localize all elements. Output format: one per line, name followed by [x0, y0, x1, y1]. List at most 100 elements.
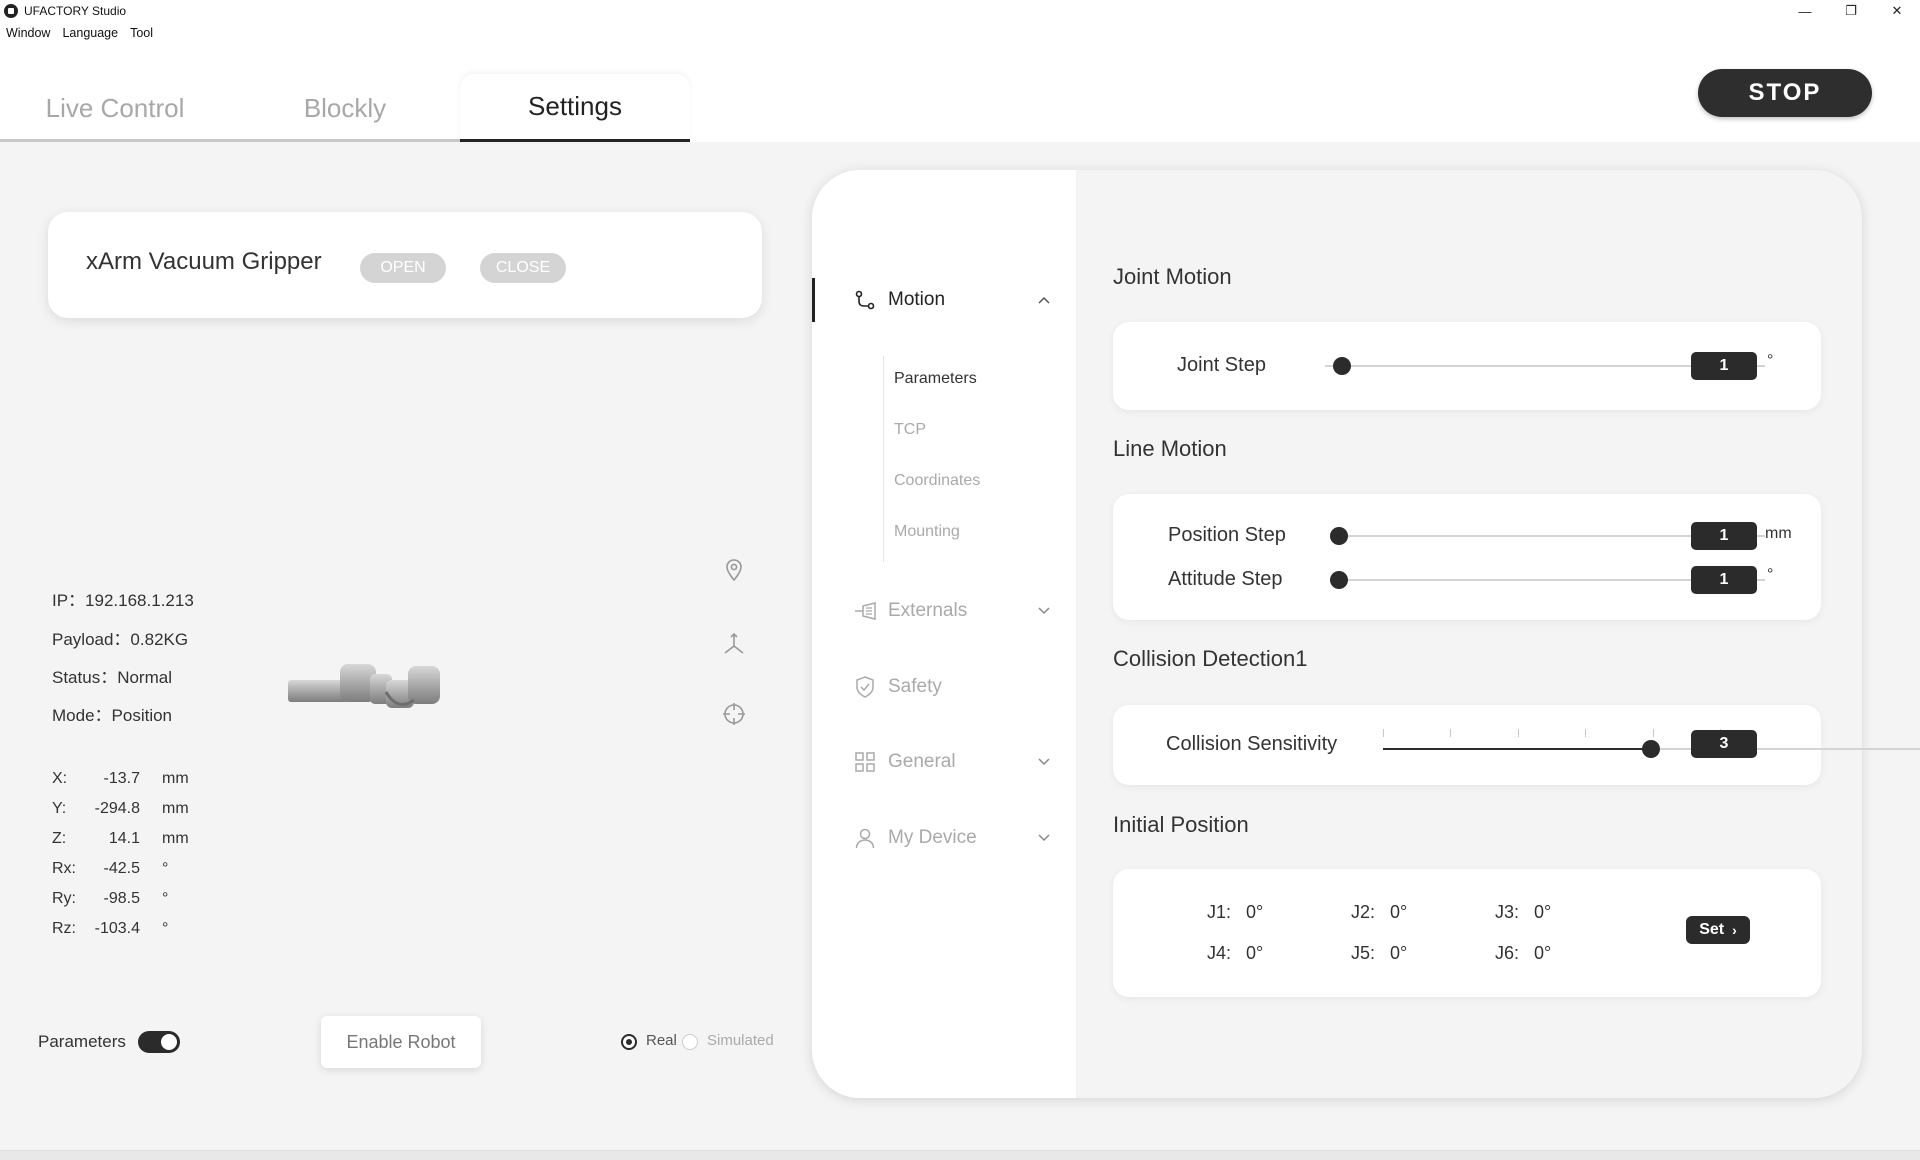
mode-real-radio[interactable] — [621, 1034, 637, 1050]
menu-language[interactable]: Language — [62, 26, 118, 40]
set-initial-position-button[interactable]: Set › — [1686, 916, 1750, 944]
joint-j3-label: J3: — [1495, 902, 1520, 922]
tab-settings[interactable]: Settings — [460, 74, 690, 142]
coord-z: Z: 14.1 mm — [52, 830, 189, 847]
coord-rx: Rx: -42.5 ° — [52, 860, 169, 877]
line-motion-title: Line Motion — [1113, 436, 1227, 461]
gripper-card: xArm Vacuum Gripper OPEN CLOSE — [48, 212, 762, 318]
grid-icon — [852, 749, 878, 775]
submenu-guide-line — [883, 356, 884, 562]
tab-live-control[interactable]: Live Control — [0, 74, 230, 142]
slider-tick — [1450, 729, 1451, 737]
sub-item-mounting[interactable]: Mounting — [894, 523, 960, 541]
menu-window[interactable]: Window — [6, 26, 50, 40]
line-motion-card: Position Step 1 mm Attitude Step 1 ° — [1113, 494, 1821, 620]
crosshair-icon[interactable] — [718, 698, 750, 730]
position-step-value[interactable]: 1 — [1691, 522, 1757, 550]
attitude-step-label: Attitude Step — [1168, 568, 1283, 590]
mode-simulated-radio[interactable] — [682, 1034, 698, 1050]
nav-motion[interactable]: Motion — [852, 285, 945, 315]
joint-j1-value: 0° — [1246, 902, 1264, 922]
chevron-down-icon[interactable] — [1034, 752, 1054, 772]
maximize-button[interactable]: ❐ — [1828, 0, 1874, 22]
status-bar — [0, 1150, 1920, 1160]
joint-j6-value: 0° — [1534, 943, 1552, 963]
minimize-button[interactable]: — — [1782, 0, 1828, 22]
collision-title: Collision Detection1 — [1113, 646, 1308, 671]
gripper-close-button[interactable]: CLOSE — [480, 253, 566, 283]
slider-tick — [1383, 729, 1384, 737]
joint-j3-value: 0° — [1534, 902, 1552, 922]
nav-my-device-label: My Device — [888, 827, 977, 848]
parameters-toggle[interactable] — [138, 1031, 180, 1053]
joint-j2-label: J2: — [1351, 902, 1376, 922]
chevron-down-icon[interactable] — [1034, 828, 1054, 848]
user-icon — [852, 825, 878, 851]
enable-robot-button[interactable]: Enable Robot — [321, 1016, 481, 1068]
joint-j2-value: 0° — [1390, 902, 1408, 922]
app-logo-icon — [4, 4, 18, 18]
location-pin-icon[interactable] — [718, 554, 750, 586]
joint-j5-label: J5: — [1351, 943, 1376, 963]
gripper-open-button[interactable]: OPEN — [360, 253, 446, 283]
attitude-step-value[interactable]: 1 — [1691, 566, 1757, 594]
robot-status: Status：Normal — [52, 668, 172, 687]
shield-icon — [852, 674, 878, 700]
position-step-unit: mm — [1765, 525, 1792, 542]
set-button-label: Set — [1699, 921, 1725, 938]
joint-j5-value: 0° — [1390, 943, 1408, 963]
nav-motion-label: Motion — [888, 289, 946, 310]
slider-tick — [1518, 729, 1519, 737]
nav-safety[interactable]: Safety — [852, 672, 942, 702]
menu-bar: Window Language Tool — [0, 22, 1920, 44]
robot-mode: Mode：Position — [52, 706, 173, 725]
collision-sensitivity-label: Collision Sensitivity — [1166, 733, 1338, 755]
sub-item-parameters[interactable]: Parameters — [894, 370, 977, 388]
joint-step-value[interactable]: 1 — [1691, 352, 1757, 380]
settings-nav: Motion Parameters TCP Coordinates Mounti… — [812, 170, 1076, 1098]
externals-icon — [852, 598, 878, 624]
collision-card: Collision Sensitivity 3 — [1113, 705, 1920, 785]
stop-button[interactable]: STOP — [1698, 69, 1872, 117]
attitude-step-thumb[interactable] — [1330, 571, 1348, 589]
sub-item-tcp[interactable]: TCP — [894, 421, 926, 439]
joint-step-unit: ° — [1767, 352, 1774, 369]
robot-payload: Payload：0.82KG — [52, 630, 189, 649]
collision-sensitivity-thumb[interactable] — [1642, 740, 1660, 758]
robot-ip: IP：192.168.1.213 — [52, 591, 194, 610]
axes-icon[interactable] — [718, 628, 750, 660]
mode-simulated-label: Simulated — [707, 1032, 774, 1049]
joint-motion-title: Joint Motion — [1113, 264, 1232, 289]
chevron-up-icon[interactable] — [1034, 290, 1054, 310]
collision-sensitivity-slider[interactable] — [1383, 740, 1660, 758]
nav-my-device[interactable]: My Device — [852, 823, 977, 853]
nav-general[interactable]: General — [852, 747, 956, 777]
joint-step-thumb[interactable] — [1332, 357, 1351, 375]
slider-tick — [1653, 729, 1654, 737]
coord-x: X: -13.7 mm — [52, 770, 189, 787]
joint-j4-label: J4: — [1207, 943, 1232, 963]
motion-icon — [852, 287, 878, 313]
chevron-right-icon: › — [1732, 922, 1737, 938]
robot-model-view[interactable] — [286, 660, 442, 714]
close-window-button[interactable]: ✕ — [1874, 0, 1920, 22]
tab-blockly[interactable]: Blockly — [230, 74, 460, 142]
menu-tool[interactable]: Tool — [130, 26, 153, 40]
window-controls: — ❐ ✕ — [1782, 0, 1920, 22]
chevron-down-icon[interactable] — [1034, 601, 1054, 621]
mode-real-label: Real — [646, 1032, 677, 1049]
joint-j1-label: J1: — [1207, 902, 1232, 922]
position-step-thumb[interactable] — [1330, 527, 1348, 545]
joint-motion-card: Joint Step 1 ° — [1113, 322, 1821, 410]
app-title: UFACTORY Studio — [24, 4, 127, 18]
collision-sensitivity-value[interactable]: 3 — [1691, 730, 1757, 758]
joint-step-label: Joint Step — [1177, 354, 1266, 376]
nav-active-indicator — [812, 278, 815, 322]
nav-general-label: General — [888, 751, 956, 772]
joint-j4-value: 0° — [1246, 943, 1264, 963]
nav-externals-label: Externals — [888, 600, 968, 621]
slider-tick — [1585, 729, 1586, 737]
nav-externals[interactable]: Externals — [852, 596, 967, 626]
sub-item-coordinates[interactable]: Coordinates — [894, 472, 980, 490]
initial-position-title: Initial Position — [1113, 812, 1249, 837]
